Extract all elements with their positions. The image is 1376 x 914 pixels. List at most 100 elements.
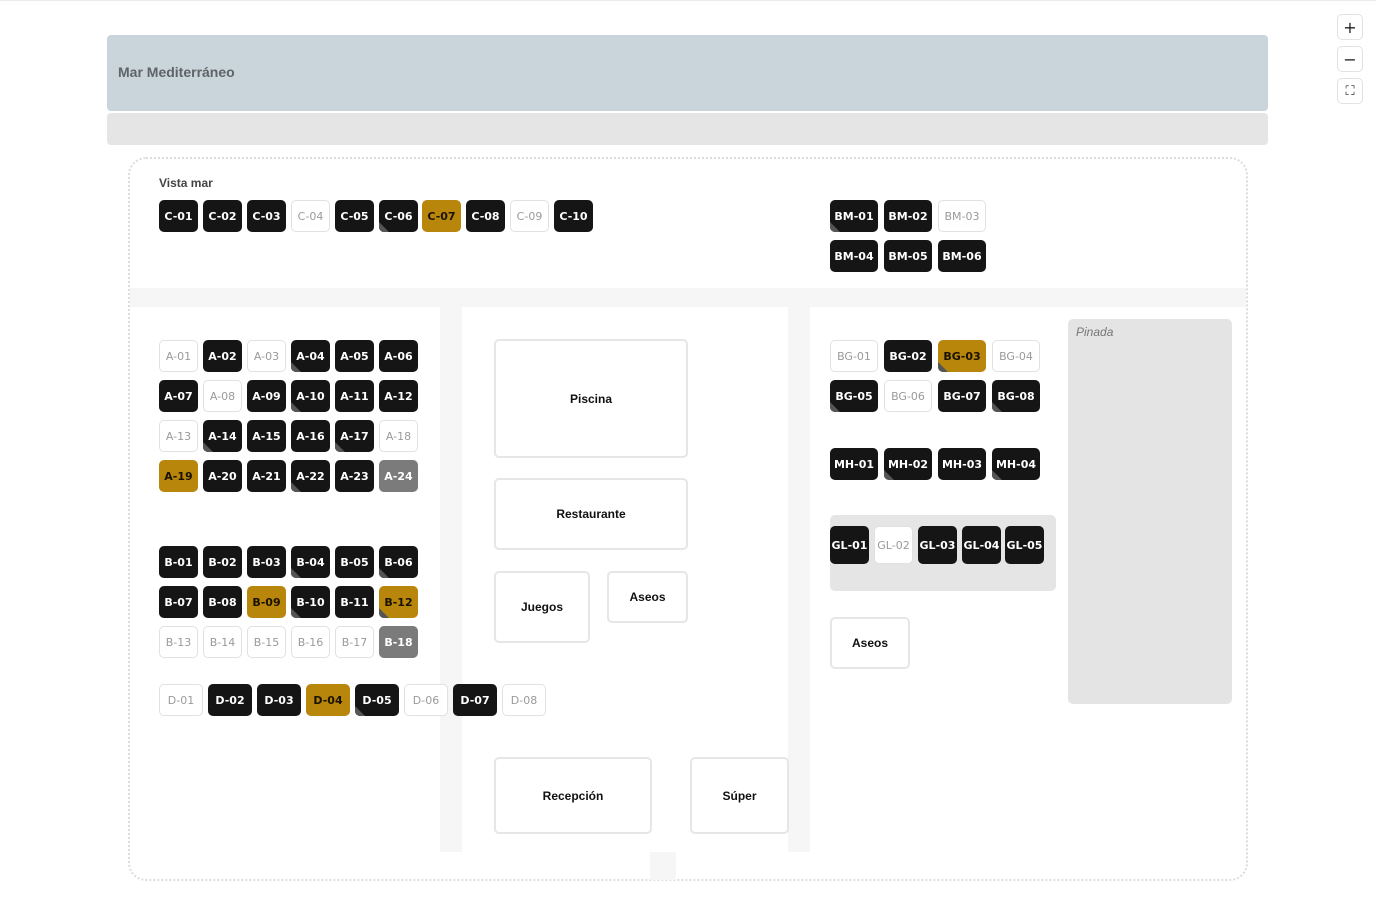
spot-a-12[interactable]: A-12: [379, 380, 418, 412]
spot-b-06[interactable]: B-06: [379, 546, 418, 578]
spot-b-17[interactable]: B-17: [335, 626, 374, 658]
spot-mh-01[interactable]: MH-01: [830, 448, 878, 480]
spot-b-14[interactable]: B-14: [203, 626, 242, 658]
spot-bg-03[interactable]: BG-03: [938, 340, 986, 372]
spot-a-01[interactable]: A-01: [159, 340, 198, 372]
spot-c-07[interactable]: C-07: [422, 200, 461, 232]
spot-bg-06[interactable]: BG-06: [884, 380, 932, 412]
spot-bm-02[interactable]: BM-02: [884, 200, 932, 232]
spot-b-04[interactable]: B-04: [291, 546, 330, 578]
spot-d-07[interactable]: D-07: [453, 684, 497, 716]
spot-c-10[interactable]: C-10: [554, 200, 593, 232]
spot-b-05[interactable]: B-05: [335, 546, 374, 578]
spot-d-02[interactable]: D-02: [208, 684, 252, 716]
spot-b-03[interactable]: B-03: [247, 546, 286, 578]
spot-c-02[interactable]: C-02: [203, 200, 242, 232]
pinada-label: Pinada: [1076, 325, 1114, 339]
pinada-area: [1068, 319, 1232, 704]
zoom-out-button[interactable]: −: [1337, 46, 1363, 72]
spot-a-02[interactable]: A-02: [203, 340, 242, 372]
spot-d-08[interactable]: D-08: [502, 684, 546, 716]
spot-bg-04[interactable]: BG-04: [992, 340, 1040, 372]
spot-a-03[interactable]: A-03: [247, 340, 286, 372]
path-vertical-right: [788, 307, 810, 852]
spot-b-02[interactable]: B-02: [203, 546, 242, 578]
zoom-in-button[interactable]: +: [1337, 14, 1363, 40]
spot-bg-01[interactable]: BG-01: [830, 340, 878, 372]
spot-a-09[interactable]: A-09: [247, 380, 286, 412]
spot-c-01[interactable]: C-01: [159, 200, 198, 232]
spot-gl-05[interactable]: GL-05: [1005, 526, 1044, 564]
spot-a-15[interactable]: A-15: [247, 420, 286, 452]
spot-d-01[interactable]: D-01: [159, 684, 203, 716]
spot-gl-02[interactable]: GL-02: [874, 526, 913, 564]
toilets-right-facility[interactable]: Aseos: [830, 617, 910, 669]
spot-a-22[interactable]: A-22: [291, 460, 330, 492]
spot-a-20[interactable]: A-20: [203, 460, 242, 492]
spot-b-01[interactable]: B-01: [159, 546, 198, 578]
path-horizontal: [130, 288, 1246, 307]
spot-gl-04[interactable]: GL-04: [962, 526, 1001, 564]
spot-bm-01[interactable]: BM-01: [830, 200, 878, 232]
spot-bm-06[interactable]: BM-06: [938, 240, 986, 272]
spot-bg-07[interactable]: BG-07: [938, 380, 986, 412]
spot-b-12[interactable]: B-12: [379, 586, 418, 618]
spot-b-13[interactable]: B-13: [159, 626, 198, 658]
toilets-center-facility[interactable]: Aseos: [607, 571, 688, 623]
spot-b-07[interactable]: B-07: [159, 586, 198, 618]
spot-mh-03[interactable]: MH-03: [938, 448, 986, 480]
spot-a-14[interactable]: A-14: [203, 420, 242, 452]
spot-b-10[interactable]: B-10: [291, 586, 330, 618]
spot-c-09[interactable]: C-09: [510, 200, 549, 232]
spot-bg-02[interactable]: BG-02: [884, 340, 932, 372]
spot-d-06[interactable]: D-06: [404, 684, 448, 716]
spot-b-15[interactable]: B-15: [247, 626, 286, 658]
spot-b-09[interactable]: B-09: [247, 586, 286, 618]
spot-a-11[interactable]: A-11: [335, 380, 374, 412]
fit-screen-button[interactable]: ⛶: [1337, 78, 1363, 104]
spot-d-03[interactable]: D-03: [257, 684, 301, 716]
spot-bm-05[interactable]: BM-05: [884, 240, 932, 272]
spot-bm-03[interactable]: BM-03: [938, 200, 986, 232]
spot-a-23[interactable]: A-23: [335, 460, 374, 492]
spot-b-11[interactable]: B-11: [335, 586, 374, 618]
spot-c-05[interactable]: C-05: [335, 200, 374, 232]
spot-b-18[interactable]: B-18: [379, 626, 418, 658]
reception-facility[interactable]: Recepción: [494, 757, 652, 834]
spot-a-16[interactable]: A-16: [291, 420, 330, 452]
spot-c-03[interactable]: C-03: [247, 200, 286, 232]
spot-d-05[interactable]: D-05: [355, 684, 399, 716]
restaurant-facility[interactable]: Restaurante: [494, 478, 688, 550]
pool-facility[interactable]: Piscina: [494, 339, 688, 458]
spot-a-21[interactable]: A-21: [247, 460, 286, 492]
spot-d-04[interactable]: D-04: [306, 684, 350, 716]
spot-c-04[interactable]: C-04: [291, 200, 330, 232]
spot-a-05[interactable]: A-05: [335, 340, 374, 372]
spot-bg-08[interactable]: BG-08: [992, 380, 1040, 412]
spot-a-18[interactable]: A-18: [379, 420, 418, 452]
spot-a-13[interactable]: A-13: [159, 420, 198, 452]
top-border: [0, 0, 1376, 1]
games-facility[interactable]: Juegos: [494, 571, 590, 643]
spot-gl-01[interactable]: GL-01: [830, 526, 869, 564]
spot-a-17[interactable]: A-17: [335, 420, 374, 452]
super-facility[interactable]: Súper: [690, 757, 789, 834]
spot-a-06[interactable]: A-06: [379, 340, 418, 372]
beach-strip: [107, 113, 1268, 145]
spot-b-16[interactable]: B-16: [291, 626, 330, 658]
spot-a-08[interactable]: A-08: [203, 380, 242, 412]
spot-bm-04[interactable]: BM-04: [830, 240, 878, 272]
spot-c-06[interactable]: C-06: [379, 200, 418, 232]
spot-c-08[interactable]: C-08: [466, 200, 505, 232]
path-exit: [650, 852, 676, 880]
spot-b-08[interactable]: B-08: [203, 586, 242, 618]
spot-mh-04[interactable]: MH-04: [992, 448, 1040, 480]
spot-a-24[interactable]: A-24: [379, 460, 418, 492]
spot-bg-05[interactable]: BG-05: [830, 380, 878, 412]
spot-a-04[interactable]: A-04: [291, 340, 330, 372]
spot-mh-02[interactable]: MH-02: [884, 448, 932, 480]
spot-a-07[interactable]: A-07: [159, 380, 198, 412]
spot-gl-03[interactable]: GL-03: [918, 526, 957, 564]
spot-a-19[interactable]: A-19: [159, 460, 198, 492]
spot-a-10[interactable]: A-10: [291, 380, 330, 412]
